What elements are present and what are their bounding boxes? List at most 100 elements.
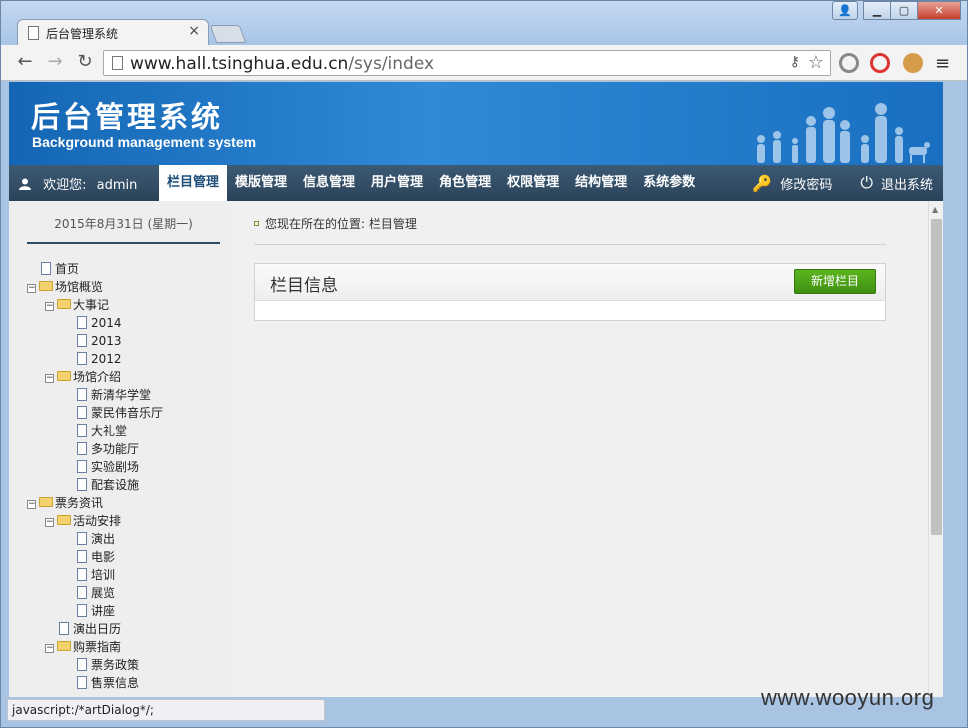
collapse-toggle-icon[interactable]: − — [27, 500, 36, 509]
tree-node-label: 2013 — [91, 334, 122, 348]
folder-icon — [57, 515, 71, 525]
tree-node[interactable]: − 购票指南 — [45, 639, 121, 657]
tree-node-label: 培训 — [91, 568, 116, 582]
tree-node[interactable]: 2013 — [77, 333, 122, 351]
collapse-toggle-icon[interactable]: − — [45, 374, 54, 383]
welcome-label: 欢迎您: — [43, 178, 87, 193]
file-icon — [41, 262, 51, 275]
tree-node-label: 演出日历 — [73, 622, 122, 636]
tree-node[interactable]: − 票务资讯 — [27, 495, 103, 513]
window-controls: 👤 ▁ ▢ ✕ — [832, 1, 961, 21]
collapse-toggle-icon[interactable]: − — [45, 644, 54, 653]
logout-label: 退出系统 — [880, 177, 933, 193]
file-icon — [77, 532, 87, 545]
reload-icon[interactable]: ↻ — [73, 51, 97, 72]
tree-node[interactable]: − 场馆介绍 — [45, 369, 121, 387]
tree-node-label: 新清华学堂 — [91, 388, 152, 402]
current-date: 2015年8月31日 (星期一) — [27, 215, 220, 244]
change-password-link[interactable]: 🔑 修改密码 — [752, 174, 832, 193]
collapse-toggle-icon[interactable]: − — [45, 302, 54, 311]
minimize-button[interactable]: ▁ — [863, 1, 891, 20]
key-icon[interactable]: ⚷ — [790, 54, 800, 70]
tree-node[interactable]: 2012 — [77, 351, 122, 369]
nav-item-user-management[interactable]: 用户管理 — [363, 165, 431, 201]
forward-icon[interactable]: → — [43, 51, 67, 72]
extension-red-icon[interactable] — [870, 53, 890, 73]
tree-node-label: 实验剧场 — [91, 460, 140, 474]
browser-toolbar: ← → ↻ www.hall.tsinghua.edu.cn/sys/index… — [1, 45, 967, 81]
file-icon — [77, 568, 87, 581]
tree-node[interactable]: 配套设施 — [77, 477, 139, 495]
watermark: www.wooyun.org — [761, 685, 935, 710]
tree-node[interactable]: 演出日历 — [59, 621, 121, 639]
nav-item-info-management[interactable]: 信息管理 — [295, 165, 363, 201]
tree-node[interactable]: 实验剧场 — [77, 459, 139, 477]
tree-node[interactable]: 培训 — [77, 567, 115, 585]
username: admin — [96, 178, 138, 193]
file-icon — [77, 604, 87, 617]
tree-node[interactable]: 讲座 — [77, 603, 115, 621]
power-icon: ⏻ — [860, 173, 873, 192]
tree-node[interactable]: 电影 — [77, 549, 115, 567]
folder-icon — [57, 371, 71, 381]
maximize-button[interactable]: ▢ — [890, 1, 918, 20]
tree-node[interactable]: 展览 — [77, 585, 115, 603]
tree-node[interactable]: − 大事记 — [45, 297, 109, 315]
folder-icon — [57, 299, 71, 309]
url-text[interactable]: www.hall.tsinghua.edu.cn/sys/index — [130, 54, 434, 74]
close-window-button[interactable]: ✕ — [917, 1, 961, 20]
add-column-button[interactable]: 新增栏目 — [794, 269, 876, 294]
tree-node[interactable]: − 活动安排 — [45, 513, 121, 531]
extension-ring-icon[interactable] — [839, 53, 859, 73]
collapse-toggle-icon[interactable]: − — [27, 284, 36, 293]
tree-node-label: 活动安排 — [73, 514, 122, 528]
tree-node[interactable]: 票务政策 — [77, 657, 139, 675]
file-icon — [77, 676, 87, 689]
back-icon[interactable]: ← — [13, 51, 37, 72]
nav-item-template-management[interactable]: 模版管理 — [227, 165, 295, 201]
file-icon — [59, 622, 69, 635]
file-icon — [77, 352, 87, 365]
nav-item-role-management[interactable]: 角色管理 — [431, 165, 499, 201]
nav-item-structure-management[interactable]: 结构管理 — [567, 165, 635, 201]
web-page: 后台管理系统 Background management system 欢迎您:… — [9, 82, 943, 697]
tree-node[interactable]: 演出 — [77, 531, 115, 549]
tree-node[interactable]: 2014 — [77, 315, 122, 333]
breadcrumb-text: 您现在所在的位置: 栏目管理 — [265, 217, 417, 231]
file-icon — [77, 316, 87, 329]
page-scrollbar[interactable]: ▲ — [928, 201, 943, 697]
cookie-icon[interactable] — [903, 53, 923, 73]
tree-node-label: 多功能厅 — [91, 442, 140, 456]
user-icon — [19, 178, 31, 190]
nav-item-system-parameters[interactable]: 系统参数 — [635, 165, 703, 201]
nav-item-column-management[interactable]: 栏目管理 — [159, 165, 228, 201]
folder-icon — [39, 497, 53, 507]
nav-item-permission-management[interactable]: 权限管理 — [499, 165, 567, 201]
menu-icon[interactable]: ≡ — [935, 53, 950, 74]
tree-node[interactable]: 售票信息 — [77, 675, 139, 693]
scroll-up-icon[interactable]: ▲ — [932, 205, 938, 214]
tree-node[interactable]: 蒙民伟音乐厅 — [77, 405, 163, 423]
collapse-toggle-icon[interactable]: − — [45, 518, 54, 527]
address-bar[interactable]: www.hall.tsinghua.edu.cn/sys/index ⚷ ☆ — [103, 50, 831, 76]
profile-icon[interactable]: 👤 — [832, 1, 858, 20]
tree-node-label: 票务资讯 — [55, 496, 104, 510]
tree-node[interactable]: 首页 — [41, 261, 79, 279]
new-tab-button[interactable] — [209, 25, 247, 43]
logout-link[interactable]: ⏻ 退出系统 — [860, 173, 933, 193]
tree-node[interactable]: 多功能厅 — [77, 441, 139, 459]
tree-node[interactable]: 新清华学堂 — [77, 387, 151, 405]
url-path: /sys/index — [348, 54, 435, 74]
url-host: www.hall.tsinghua.edu.cn — [130, 54, 349, 74]
tree-node[interactable]: − 场馆概览 — [27, 279, 103, 297]
file-icon — [77, 388, 87, 401]
tree-node[interactable]: 大礼堂 — [77, 423, 127, 441]
scrollbar-thumb[interactable] — [931, 219, 942, 535]
main-nav: 欢迎您: admin 栏目管理 模版管理 信息管理 用户管理 角色管理 权限管理… — [9, 165, 943, 201]
column-info-panel: 栏目信息 新增栏目 — [254, 263, 886, 321]
tab-close-icon[interactable]: × — [188, 23, 200, 39]
system-title: 后台管理系统 — [31, 100, 224, 134]
browser-tab[interactable]: 后台管理系统 × — [17, 19, 209, 45]
bookmark-star-icon[interactable]: ☆ — [808, 52, 824, 73]
sidebar: 2015年8月31日 (星期一) 首页 − 场馆概览 − 大事记 2014 2013 2012… — [9, 201, 232, 697]
